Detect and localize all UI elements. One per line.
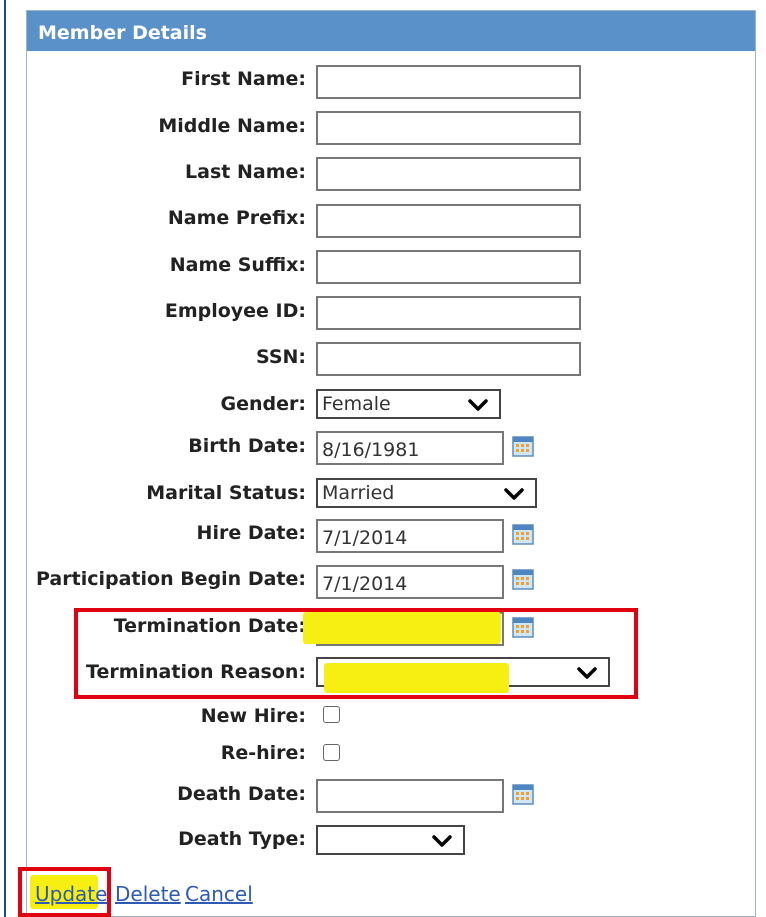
calendar-icon[interactable] (512, 435, 534, 457)
gender-label: Gender: (220, 393, 306, 415)
ssn-input[interactable] (316, 342, 581, 376)
death-type-select[interactable] (316, 825, 465, 855)
name-suffix-label: Name Suffix: (169, 254, 306, 276)
re-hire-label: Re-hire: (220, 742, 306, 764)
marital-status-select[interactable]: Married (316, 478, 537, 508)
birth-date-input[interactable]: 8/16/1981 (316, 431, 504, 465)
death-date-label: Death Date: (177, 783, 306, 805)
update-link[interactable]: Update (35, 882, 107, 906)
gender-select[interactable]: Female (316, 389, 501, 419)
hire-date-input[interactable]: 7/1/2014 (316, 519, 504, 553)
calendar-icon[interactable] (512, 523, 534, 545)
panel-title: Member Details (27, 11, 755, 51)
death-type-label: Death Type: (178, 828, 306, 850)
middle-name-input[interactable] (316, 111, 581, 145)
last-name-label: Last Name: (185, 161, 306, 183)
ssn-label: SSN: (255, 346, 306, 368)
new-hire-label: New Hire: (200, 705, 306, 727)
gender-value: Female (322, 393, 391, 415)
death-date-input[interactable] (316, 779, 504, 813)
cancel-link[interactable]: Cancel (185, 882, 253, 906)
new-hire-checkbox[interactable] (323, 706, 340, 723)
calendar-icon[interactable] (512, 568, 534, 590)
hire-date-label: Hire Date: (196, 522, 306, 544)
delete-link[interactable]: Delete (115, 882, 181, 906)
name-prefix-input[interactable] (316, 204, 581, 238)
participation-begin-date-input[interactable]: 7/1/2014 (316, 565, 504, 599)
first-name-input[interactable] (316, 65, 581, 99)
birth-date-label: Birth Date: (188, 435, 306, 457)
employee-id-input[interactable] (316, 296, 581, 330)
name-suffix-input[interactable] (316, 250, 581, 284)
employee-id-label: Employee ID: (164, 300, 306, 322)
marital-status-value: Married (322, 482, 395, 504)
middle-name-label: Middle Name: (158, 115, 306, 137)
chevron-down-icon (432, 835, 452, 847)
chevron-down-icon (468, 399, 488, 411)
first-name-label: First Name: (181, 68, 306, 90)
marital-status-label: Marital Status: (146, 482, 306, 504)
chevron-down-icon (504, 488, 524, 500)
re-hire-checkbox[interactable] (323, 744, 340, 761)
calendar-icon[interactable] (512, 783, 534, 805)
last-name-input[interactable] (316, 157, 581, 191)
annotation-box (74, 608, 638, 699)
participation-begin-date-label: Participation Begin Date: (36, 568, 306, 590)
name-prefix-label: Name Prefix: (167, 207, 306, 229)
